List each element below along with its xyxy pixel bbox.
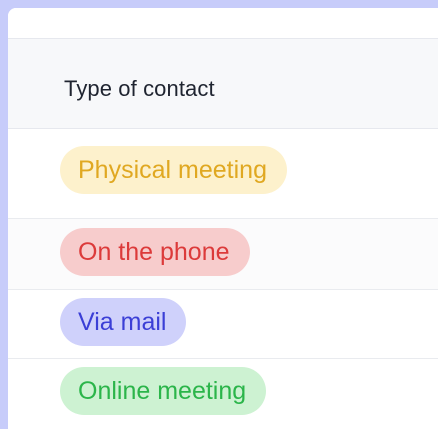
table-top-strip (8, 8, 438, 39)
contact-type-pill[interactable]: On the phone (60, 228, 250, 276)
column-header-type-of-contact[interactable]: Type of contact (64, 76, 215, 102)
table-row[interactable]: Online meeting (8, 359, 438, 429)
table-panel: Type of contact Physical meeting On the … (8, 8, 438, 429)
table-row[interactable]: Via mail (8, 290, 438, 359)
contact-type-pill[interactable]: Via mail (60, 298, 187, 346)
contact-type-pill[interactable]: Physical meeting (60, 146, 287, 194)
table-row[interactable]: On the phone (8, 219, 438, 290)
table-header-row: Type of contact (8, 39, 438, 129)
contact-type-pill[interactable]: Online meeting (60, 367, 267, 415)
table-row[interactable]: Physical meeting (8, 129, 438, 219)
